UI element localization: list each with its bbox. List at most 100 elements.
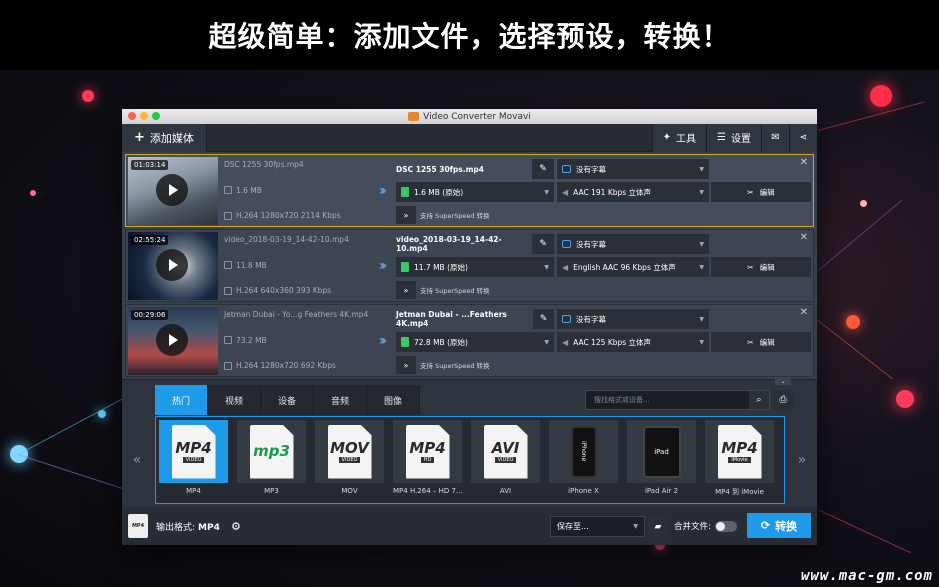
output-size-select[interactable]: 11.7 MB (原始) ▼ xyxy=(396,257,554,277)
convert-arrow-icon: ››› xyxy=(378,332,388,349)
format-tile-label: iPad Air 2 xyxy=(644,487,679,495)
chevron-down-icon: ▼ xyxy=(699,188,704,196)
chevron-down-icon: ▼ xyxy=(699,338,704,346)
chevron-down-icon: ▼ xyxy=(699,165,704,173)
format-tile[interactable]: MP4 iMovie MP4 到 iMovie xyxy=(705,420,774,503)
play-icon[interactable] xyxy=(156,324,188,356)
file-green-icon xyxy=(401,187,409,197)
output-settings-button[interactable]: ⚙ xyxy=(228,518,244,534)
share-button[interactable]: ⋖ xyxy=(789,123,817,152)
format-tile-box: MP4 iMovie xyxy=(705,420,774,483)
tab-video[interactable]: 视频 xyxy=(208,385,261,415)
subtitle-value: 没有字幕 xyxy=(576,164,606,174)
convert-button[interactable]: ⟳ 转换 xyxy=(747,513,811,538)
subtitle-select[interactable]: 没有字幕 ▼ xyxy=(557,159,709,179)
subtitle-select[interactable]: 没有字幕 ▼ xyxy=(557,234,709,254)
audio-select[interactable]: ◀ English AAC 96 Kbps 立体声 ▼ xyxy=(557,257,709,277)
tools-button[interactable]: ✦ 工具 xyxy=(651,123,707,152)
convert-label: 转换 xyxy=(775,519,798,533)
promo-banner: 超级简单：添加文件，选择预设，转换！ xyxy=(0,0,939,70)
search-placeholder: 搜找格式或设备... xyxy=(594,396,650,404)
tab-images[interactable]: 图像 xyxy=(367,385,420,415)
file-icon xyxy=(224,336,232,344)
close-window-button[interactable] xyxy=(128,112,136,120)
rename-pencil-icon[interactable]: ✎ xyxy=(533,309,554,329)
source-size: 73.2 MB xyxy=(236,335,267,345)
save-to-select[interactable]: 保存至... ▼ xyxy=(550,516,645,537)
search-icon[interactable]: ⌕ xyxy=(749,391,769,409)
rename-pencil-icon[interactable]: ✎ xyxy=(532,159,554,179)
prev-formats-button[interactable]: « xyxy=(122,416,152,504)
add-media-button[interactable]: + 添加媒体 xyxy=(122,123,207,152)
source-codec: H.264 640x360 393 Kbps xyxy=(236,286,332,295)
format-tile[interactable]: mp3 MP3 xyxy=(237,420,306,503)
format-tile[interactable]: iPhone iPhone X xyxy=(549,420,618,503)
format-tile[interactable]: MOV VIDEO MOV xyxy=(315,420,384,503)
format-search-input[interactable]: 搜找格式或设备... ⌕ xyxy=(585,390,770,410)
mail-button[interactable]: ✉ xyxy=(761,123,789,152)
zoom-window-button[interactable] xyxy=(152,112,160,120)
merge-toggle[interactable] xyxy=(714,520,737,532)
chevron-down-icon: ▼ xyxy=(544,263,549,271)
toolbar-right: ✦ 工具 ☰ 设置 ✉ ⋖ xyxy=(651,123,817,152)
output-size-select[interactable]: 72.8 MB (原始) ▼ xyxy=(396,332,554,352)
window-title: Video Converter Movavi xyxy=(408,112,531,122)
watermark: www.mac-gm.com xyxy=(800,568,933,584)
duration-badge: 02:55:24 xyxy=(131,235,169,245)
bg-link xyxy=(17,454,123,489)
format-icon-sub: VIDEO xyxy=(494,456,517,463)
edit-button[interactable]: ✂ 编辑 xyxy=(711,182,811,202)
promo-headline: 超级简单：添加文件，选择预设，转换！ xyxy=(208,20,731,53)
format-tile[interactable]: iPad iPad Air 2 xyxy=(627,420,696,503)
open-folder-button[interactable]: ▰ xyxy=(648,516,668,537)
subtitle-select[interactable]: 没有字幕 ▼ xyxy=(557,309,709,329)
file-row[interactable]: 01:03:14 DSC 1255 30fps.mp4 1.6 MB H.264… xyxy=(125,154,814,227)
minimize-window-button[interactable] xyxy=(140,112,148,120)
format-tile[interactable]: MP4 HD MP4 H.264 – HD 7... xyxy=(393,420,462,503)
source-info: Jetman Dubai - Yo...g Feathers 4K.mp4 73… xyxy=(218,305,368,376)
detect-device-button[interactable]: ⎙ xyxy=(772,390,794,410)
chevron-down-icon: ▼ xyxy=(699,315,704,323)
footer-bar: MP4 输出格式: MP4 ⚙ 保存至... ▼ ▰ 合并文件: ⟳ 转换 xyxy=(122,507,817,545)
main-toolbar: + 添加媒体 ✦ 工具 ☰ 设置 ✉ ⋖ xyxy=(122,123,817,152)
video-thumbnail[interactable]: 01:03:14 xyxy=(128,157,218,225)
video-thumbnail[interactable]: 00:29:06 xyxy=(128,307,218,375)
video-thumbnail[interactable]: 02:55:24 xyxy=(128,232,218,300)
bg-link xyxy=(817,320,893,380)
remove-file-icon[interactable]: ✕ xyxy=(800,157,808,168)
next-formats-button[interactable]: » xyxy=(787,416,817,504)
ipad-icon: iPad xyxy=(642,425,681,478)
collapse-panel-icon[interactable]: ⌄ xyxy=(775,377,791,385)
envelope-icon: ✉ xyxy=(771,132,780,143)
bg-node xyxy=(870,85,892,107)
format-tile-label: iPhone X xyxy=(568,487,599,495)
settings-button[interactable]: ☰ 设置 xyxy=(706,123,761,152)
duration-badge: 01:03:14 xyxy=(131,160,169,170)
format-grid: MP4 VIDEO MP4 mp3 MP3 MOV VIDEO MOV MP4 HD MP4 H.2… xyxy=(155,416,785,504)
file-row[interactable]: 02:55:24 video_2018-03-19_14-42-10.mp4 1… xyxy=(125,229,814,302)
edit-button[interactable]: ✂ 编辑 xyxy=(711,257,811,277)
tab-audio[interactable]: 音频 xyxy=(314,385,367,415)
superspeed-label: 支持 SuperSpeed 转换 xyxy=(420,287,490,295)
destination-info: Jetman Dubai - ...Feathers 4K.mp4 ✎ 72.8 … xyxy=(396,305,554,376)
play-icon[interactable] xyxy=(156,174,188,206)
tab-popular[interactable]: 热门 xyxy=(155,385,208,415)
format-panel: ⌄ 热门 视频 设备 音频 图像 搜找格式或设备... ⌕ ⎙ « MP4 VID… xyxy=(122,377,817,507)
bg-node xyxy=(896,390,914,408)
tab-devices[interactable]: 设备 xyxy=(261,385,314,415)
file-row[interactable]: 00:29:06 Jetman Dubai - Yo...g Feathers … xyxy=(125,304,814,377)
format-tile-label: MP3 xyxy=(264,487,279,495)
output-size-select[interactable]: 1.6 MB (原始) ▼ xyxy=(396,182,554,202)
edit-button[interactable]: ✂ 编辑 xyxy=(711,332,811,352)
rename-pencil-icon[interactable]: ✎ xyxy=(532,234,554,254)
audio-select[interactable]: ◀ AAC 125 Kbps 立体声 ▼ xyxy=(557,332,709,352)
file-green-icon xyxy=(401,337,409,347)
remove-file-icon[interactable]: ✕ xyxy=(800,232,808,243)
format-icon-sub: iMovie xyxy=(728,456,751,463)
format-tile[interactable]: MP4 VIDEO MP4 xyxy=(159,420,228,503)
destination-info: video_2018-03-19_14-42-10.mp4 ✎ 11.7 MB (… xyxy=(396,230,554,301)
play-icon[interactable] xyxy=(156,249,188,281)
audio-select[interactable]: ◀ AAC 191 Kbps 立体声 ▼ xyxy=(557,182,709,202)
format-tile[interactable]: AVI VIDEO AVI xyxy=(471,420,540,503)
remove-file-icon[interactable]: ✕ xyxy=(800,307,808,318)
